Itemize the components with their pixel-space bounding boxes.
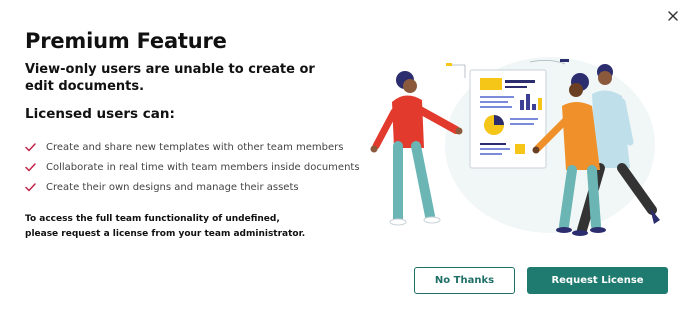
dialog-title: Premium Feature: [25, 29, 227, 53]
license-note-line-2: please request a license from your team …: [25, 229, 306, 239]
no-thanks-button[interactable]: No Thanks: [414, 267, 515, 294]
benefits-heading: Licensed users can:: [25, 106, 175, 122]
benefit-text: Create and share new templates with othe…: [46, 141, 344, 153]
checkmark-icon: [25, 142, 36, 151]
dialog-subtitle: View-only users are unable to create or …: [25, 62, 315, 94]
checkmark-icon: [25, 182, 36, 191]
close-icon[interactable]: [664, 7, 682, 25]
list-item: Create their own designs and manage thei…: [25, 177, 360, 197]
benefit-text: Collaborate in real time with team membe…: [46, 161, 360, 173]
checkmark-icon: [25, 162, 36, 171]
list-item: Create and share new templates with othe…: [25, 137, 360, 157]
license-note: To access the full team functionality of…: [25, 212, 305, 242]
list-item: Collaborate in real time with team membe…: [25, 157, 360, 177]
premium-feature-dialog: Premium Feature View-only users are unab…: [0, 0, 688, 313]
benefits-list: Create and share new templates with othe…: [25, 137, 360, 197]
license-note-line-1: To access the full team functionality of…: [25, 214, 280, 224]
benefit-text: Create their own designs and manage thei…: [46, 181, 299, 193]
team-collaboration-illustration: [370, 57, 660, 236]
request-license-button[interactable]: Request License: [527, 267, 668, 294]
